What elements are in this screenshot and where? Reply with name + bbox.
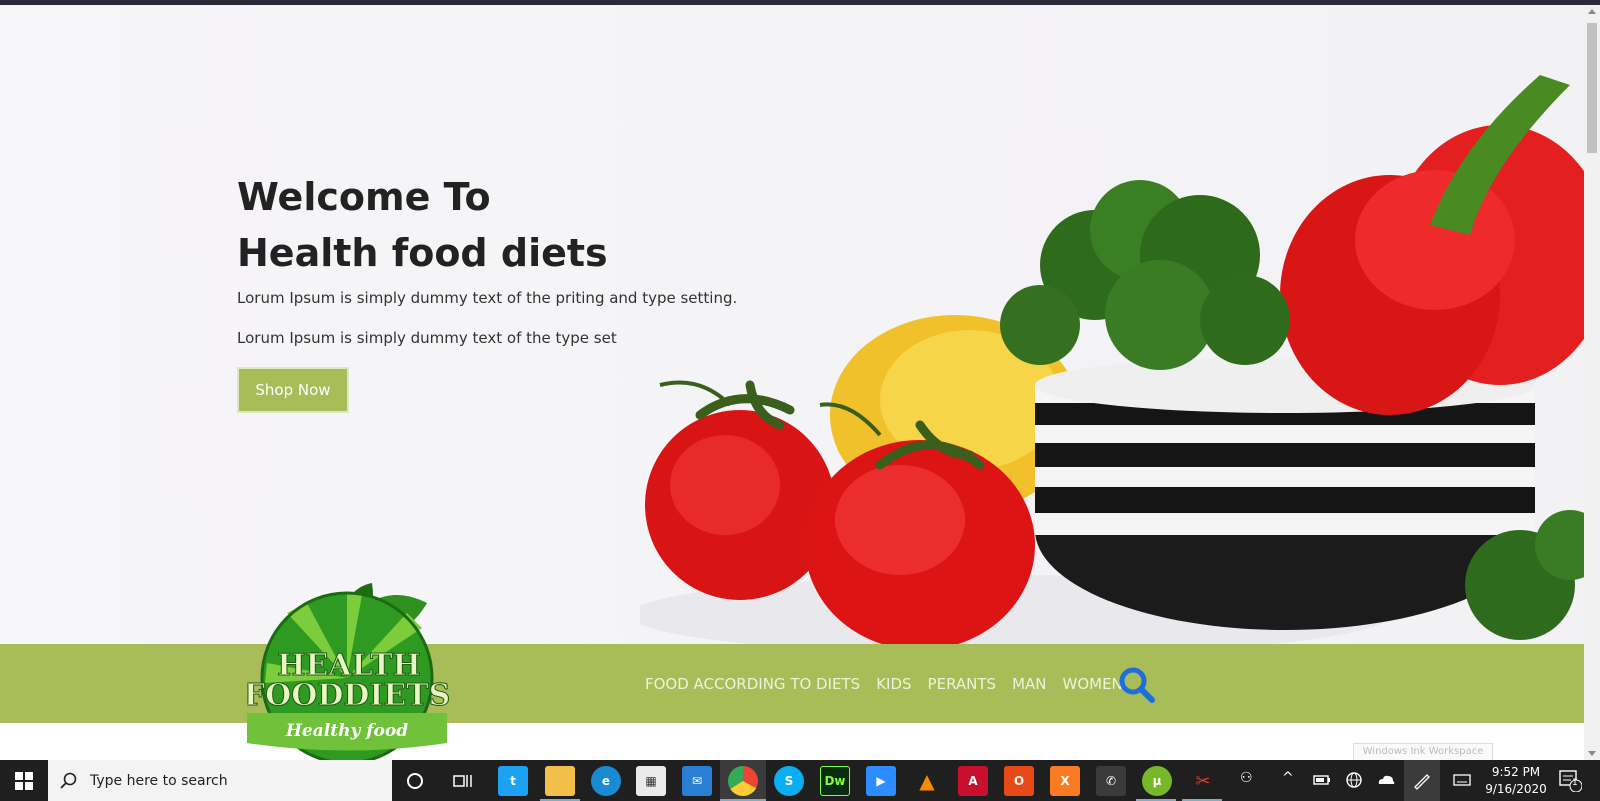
skype-icon[interactable]: S — [774, 766, 804, 796]
vlc-icon[interactable]: ▲ — [912, 766, 942, 796]
nav-item-kids[interactable]: KIDS — [876, 675, 911, 693]
clock-time: 9:52 PM — [1491, 765, 1541, 779]
taskbar-search-box[interactable]: Type here to search — [48, 760, 392, 801]
search-icon[interactable] — [1118, 666, 1156, 704]
shop-now-button[interactable]: Shop Now — [237, 367, 349, 413]
mail-icon[interactable]: ✉ — [682, 766, 712, 796]
acrobat-icon[interactable]: A — [958, 766, 988, 796]
vegetables-image — [640, 75, 1584, 644]
notification-count: 1 — [1572, 778, 1578, 788]
web-page: Welcome To Health food diets Lorum Ipsum… — [0, 5, 1584, 760]
taskbar-search-placeholder: Type here to search — [90, 772, 228, 789]
notification-center-icon[interactable]: 1 — [1558, 768, 1588, 793]
hero-section: Welcome To Health food diets Lorum Ipsum… — [0, 5, 1584, 644]
nav-item-perants[interactable]: PERANTS — [928, 675, 997, 693]
windows-ink-icon[interactable] — [1412, 770, 1432, 790]
start-button[interactable] — [0, 760, 48, 801]
page-scrollbar[interactable] — [1584, 5, 1600, 760]
snipping-tool-icon[interactable]: ✂ — [1188, 766, 1218, 796]
nav-links: FOOD ACCORDING TO DIETS KIDS PERANTS MAN… — [645, 644, 1139, 723]
clock-date: 9/16/2020 — [1485, 782, 1547, 796]
ink-workspace-tooltip: Windows Ink Workspace — [1353, 743, 1493, 760]
logo-graphic: HEALTH FOODDIETS Healthy food — [243, 583, 451, 760]
scroll-up-arrow-icon[interactable] — [1588, 9, 1596, 14]
site-logo[interactable]: HEALTH FOODDIETS Healthy food — [243, 583, 457, 760]
touch-keyboard-icon[interactable] — [1452, 770, 1472, 790]
windows-logo-icon — [15, 771, 33, 790]
search-icon — [60, 772, 77, 789]
utorrent-icon[interactable]: µ — [1142, 766, 1172, 796]
main-navbar: FOOD ACCORDING TO DIETS KIDS PERANTS MAN… — [0, 644, 1584, 723]
file-explorer-icon[interactable] — [545, 766, 575, 796]
nav-item-women[interactable]: WOMEN — [1063, 675, 1123, 693]
office-icon[interactable]: O — [1004, 766, 1034, 796]
task-view-icon[interactable] — [448, 766, 478, 796]
edge-icon[interactable]: e — [591, 766, 621, 796]
network-icon[interactable] — [1344, 770, 1364, 790]
whatsapp-icon[interactable]: ✆ — [1096, 766, 1126, 796]
dreamweaver-icon[interactable]: Dw — [820, 766, 850, 796]
cortana-icon[interactable] — [400, 766, 430, 796]
scroll-thumb[interactable] — [1587, 23, 1597, 153]
people-icon[interactable]: ⚇ — [1240, 770, 1260, 790]
chrome-icon[interactable] — [728, 766, 758, 796]
scroll-down-arrow-icon[interactable] — [1588, 751, 1596, 756]
show-hidden-icons-icon[interactable]: ^ — [1282, 770, 1302, 790]
nav-item-man[interactable]: MAN — [1012, 675, 1046, 693]
logo-line2: FOODDIETS — [247, 678, 450, 713]
logo-tagline: Healthy food — [285, 721, 408, 741]
nav-item-food-according-to-diets[interactable]: FOOD ACCORDING TO DIETS — [645, 675, 860, 693]
onedrive-icon[interactable] — [1376, 770, 1396, 790]
windows-taskbar: Type here to search t e ▦ ✉ S Dw ▶ ▲ A O… — [0, 760, 1600, 801]
battery-icon[interactable] — [1312, 770, 1332, 790]
twitter-icon[interactable]: t — [498, 766, 528, 796]
xampp-icon[interactable]: X — [1050, 766, 1080, 796]
zoom-icon[interactable]: ▶ — [866, 766, 896, 796]
system-clock[interactable]: 9:52 PM 9/16/2020 — [1480, 764, 1552, 798]
store-icon[interactable]: ▦ — [636, 766, 666, 796]
